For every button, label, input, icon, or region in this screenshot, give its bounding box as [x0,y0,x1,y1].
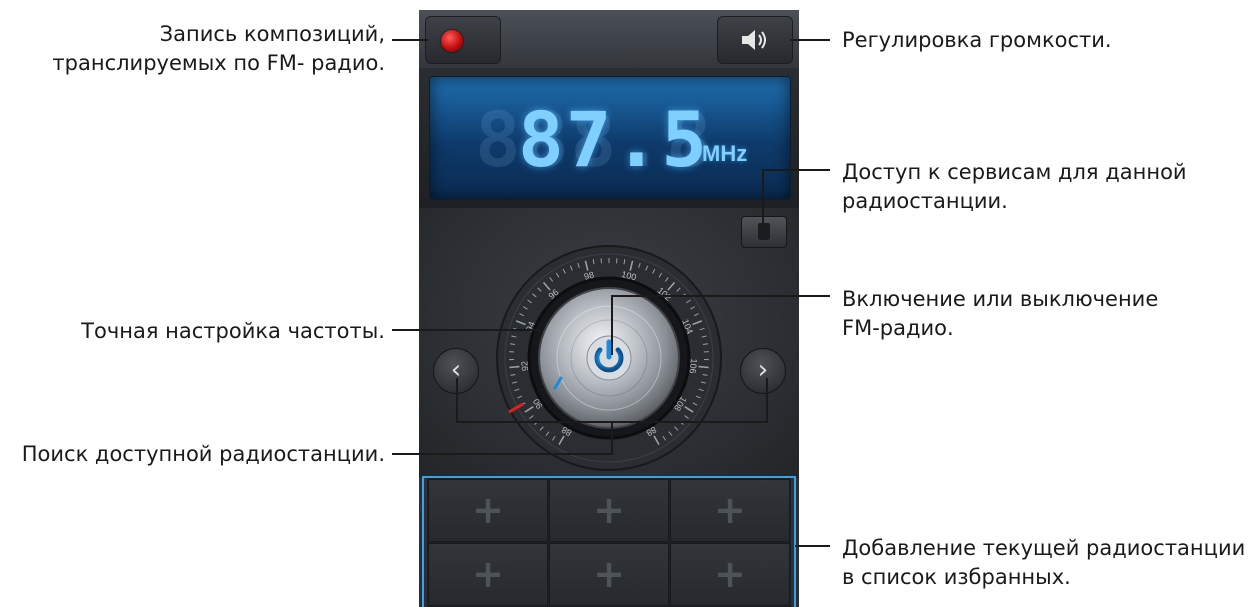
top-bar [419,10,799,69]
callout-rds: Доступ к сервисам для данной радиостанци… [842,160,1187,213]
plus-icon: + [472,488,504,532]
callout-favorites: Добавление текущей радиостанции в список… [842,536,1246,589]
favorites-grid: + + + + + + [427,478,791,607]
favorite-slot-2[interactable]: + [549,479,669,542]
callout-volume: Регулировка громкости. [842,28,1112,52]
callout-fine-tune: Точная настройка частоты. [81,319,385,343]
tuning-dial[interactable]: 889092949698 10010210410610888 [469,240,749,474]
favorite-slot-6[interactable]: + [670,543,790,606]
callout-power: Включение или выключение FM-радио. [842,287,1159,340]
prev-station-button[interactable]: ‹ [433,348,479,394]
next-station-button[interactable]: › [740,348,786,394]
favorite-slot-5[interactable]: + [549,543,669,606]
dial-tick [509,365,520,369]
plus-icon: + [714,552,746,596]
plus-icon: + [714,488,746,532]
favorite-slot-4[interactable]: + [428,543,548,606]
record-icon [441,30,463,52]
dial-tick [702,343,709,345]
record-button[interactable] [425,16,501,64]
chevron-left-icon: ‹ [450,355,462,385]
fm-radio-screen: 888.8 87.5 MHz 88 90 92 94 96 98 100 102… [419,10,799,607]
volume-button[interactable] [717,16,793,64]
favorite-slot-3[interactable]: + [670,479,790,542]
plus-icon: + [472,552,504,596]
favorite-slot-1[interactable]: + [428,479,548,542]
frequency-display: 888.8 87.5 MHz [429,76,791,200]
frequency-value: 87.5 [518,95,710,184]
plus-icon: + [593,552,625,596]
power-button[interactable] [586,335,632,381]
dial-tick [698,365,709,369]
dial-tick [509,343,516,345]
frequency-display-frame: 888.8 87.5 MHz [419,68,799,208]
tuner-panel: 88 90 92 94 96 98 100 102 104 106 108 88 ‹ [419,208,799,478]
callout-search: Поиск доступной радиостанции. [21,442,385,466]
speaker-icon [742,30,766,50]
rds-tag-icon [758,223,770,240]
chevron-right-icon: › [757,355,769,385]
callout-record: Запись композиций, транслируемых по FM- … [52,22,385,75]
plus-icon: + [593,488,625,532]
frequency-unit: MHz [702,141,748,166]
